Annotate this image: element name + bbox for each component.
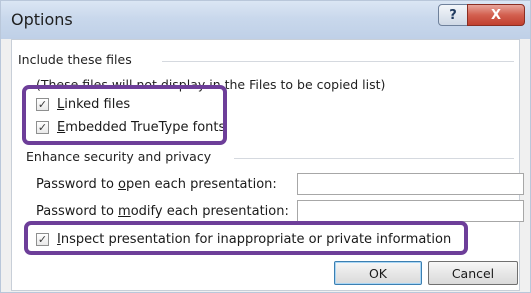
embedded-fonts-label: Embedded TrueType fonts <box>57 120 226 135</box>
password-modify-label: Password to modify each presentation: <box>36 204 289 219</box>
inspect-label: Inspect presentation for inappropriate o… <box>57 232 452 247</box>
window-title: Options <box>11 10 73 29</box>
checkmark-icon: ✓ <box>37 121 48 134</box>
include-files-heading: Include these files <box>18 52 132 67</box>
options-panel: Include these files (These files will no… <box>11 39 524 291</box>
title-bar[interactable]: Options ? X <box>1 1 530 39</box>
ok-button[interactable]: OK <box>334 261 422 285</box>
checkmark-icon: ✓ <box>37 233 48 246</box>
password-open-label: Password to open each presentation: <box>36 177 277 192</box>
password-modify-field[interactable] <box>297 200 524 222</box>
section-divider <box>234 158 514 159</box>
include-files-note: (These files will not display in the Fil… <box>36 77 386 92</box>
embedded-fonts-checkbox[interactable]: ✓ <box>36 121 49 134</box>
close-button[interactable]: X <box>467 4 525 26</box>
linked-files-label: Linked files <box>57 97 131 112</box>
help-button[interactable]: ? <box>438 4 468 26</box>
linked-files-option[interactable]: ✓ Linked files <box>36 97 130 112</box>
help-icon: ? <box>449 7 457 23</box>
embedded-fonts-option[interactable]: ✓ Embedded TrueType fonts <box>36 120 225 135</box>
inspect-checkbox[interactable]: ✓ <box>36 233 49 246</box>
options-dialog: Options ? X Include these files (These f… <box>0 0 531 293</box>
inspect-option[interactable]: ✓ Inspect presentation for inappropriate… <box>36 232 451 247</box>
checkmark-icon: ✓ <box>37 98 48 111</box>
security-heading: Enhance security and privacy <box>26 149 212 164</box>
linked-files-checkbox[interactable]: ✓ <box>36 98 49 111</box>
section-divider <box>162 61 514 62</box>
cancel-button[interactable]: Cancel <box>428 261 518 285</box>
close-icon: X <box>490 7 502 23</box>
password-open-field[interactable] <box>297 173 524 195</box>
